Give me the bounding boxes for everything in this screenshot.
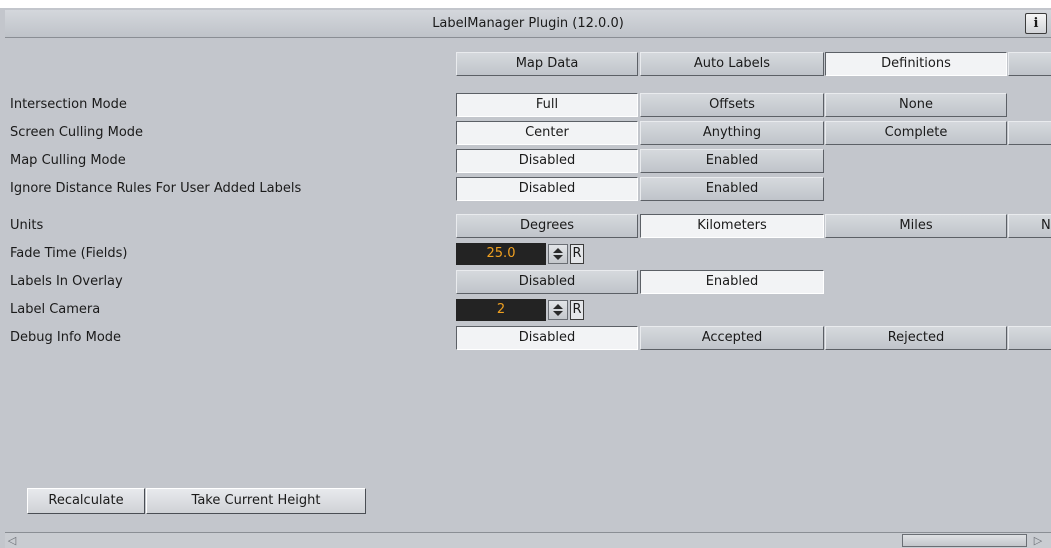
label-camera-reset-button[interactable]: R [570,300,584,320]
debug-more-button[interactable] [1008,326,1051,350]
screen-culling-more-button[interactable] [1008,121,1051,145]
tab-more[interactable] [1008,52,1051,76]
units-miles-button[interactable]: Miles [825,214,1007,238]
map-culling-enabled-button[interactable]: Enabled [640,149,824,173]
intersection-mode-label: Intersection Mode [10,97,127,112]
labels-overlay-enabled-button[interactable]: Enabled [640,270,824,294]
take-current-height-button[interactable]: Take Current Height [146,488,366,514]
label-camera-spinner[interactable] [548,300,568,320]
tab-map-data[interactable]: Map Data [456,52,638,76]
debug-info-mode-label: Debug Info Mode [10,330,122,345]
scroll-right-icon[interactable]: ▷ [1031,533,1045,548]
intersection-none-button[interactable]: None [825,93,1007,117]
label-camera-input[interactable]: 2 [456,299,546,321]
label-camera-value: 2 [496,302,506,317]
fade-time-reset-button[interactable]: R [570,244,584,264]
screen-culling-complete-button[interactable]: Complete [825,121,1007,145]
units-degrees-button[interactable]: Degrees [456,214,638,238]
ignore-distance-enabled-button[interactable]: Enabled [640,177,824,201]
debug-rejected-button[interactable]: Rejected [825,326,1007,350]
label-camera-label: Label Camera [10,302,101,317]
ignore-distance-rules-label: Ignore Distance Rules For User Added Lab… [10,181,302,196]
intersection-offsets-button[interactable]: Offsets [640,93,824,117]
scrollbar-thumb[interactable] [902,534,1027,547]
units-nautical-button[interactable]: N [1008,214,1051,238]
definitions-panel: Map Data Auto Labels Definitions Interse… [5,39,1051,548]
labels-in-overlay-label: Labels In Overlay [10,274,123,289]
screen-culling-anything-button[interactable]: Anything [640,121,824,145]
spinner-arrows-icon [553,304,563,316]
title-bar: LabelManager Plugin (12.0.0) i [5,10,1051,38]
fade-time-label: Fade Time (Fields) [10,246,128,261]
cropped-caption [0,0,1051,8]
recalculate-button[interactable]: Recalculate [27,488,145,514]
units-label: Units [10,218,44,233]
plugin-panel: LabelManager Plugin (12.0.0) i Map Data … [0,8,1051,548]
screen-culling-center-button[interactable]: Center [456,121,638,145]
ignore-distance-disabled-button[interactable]: Disabled [456,177,638,201]
info-button[interactable]: i [1025,13,1047,34]
map-culling-mode-label: Map Culling Mode [10,153,126,168]
map-culling-disabled-button[interactable]: Disabled [456,149,638,173]
horizontal-scrollbar[interactable]: ◁ ▷ [5,532,1051,548]
spinner-arrows-icon [553,248,563,260]
scroll-left-icon[interactable]: ◁ [5,533,19,548]
debug-accepted-button[interactable]: Accepted [640,326,824,350]
screen-culling-mode-label: Screen Culling Mode [10,125,144,140]
tab-definitions[interactable]: Definitions [825,52,1007,76]
fade-time-input[interactable]: 25.0 [456,243,546,265]
tab-auto-labels[interactable]: Auto Labels [640,52,824,76]
plugin-title: LabelManager Plugin (12.0.0) [432,16,624,31]
debug-disabled-button[interactable]: Disabled [456,326,638,350]
fade-time-spinner[interactable] [548,244,568,264]
units-kilometers-button[interactable]: Kilometers [640,214,824,238]
intersection-full-button[interactable]: Full [456,93,638,117]
labels-overlay-disabled-button[interactable]: Disabled [456,270,638,294]
fade-time-value: 25.0 [486,246,516,261]
